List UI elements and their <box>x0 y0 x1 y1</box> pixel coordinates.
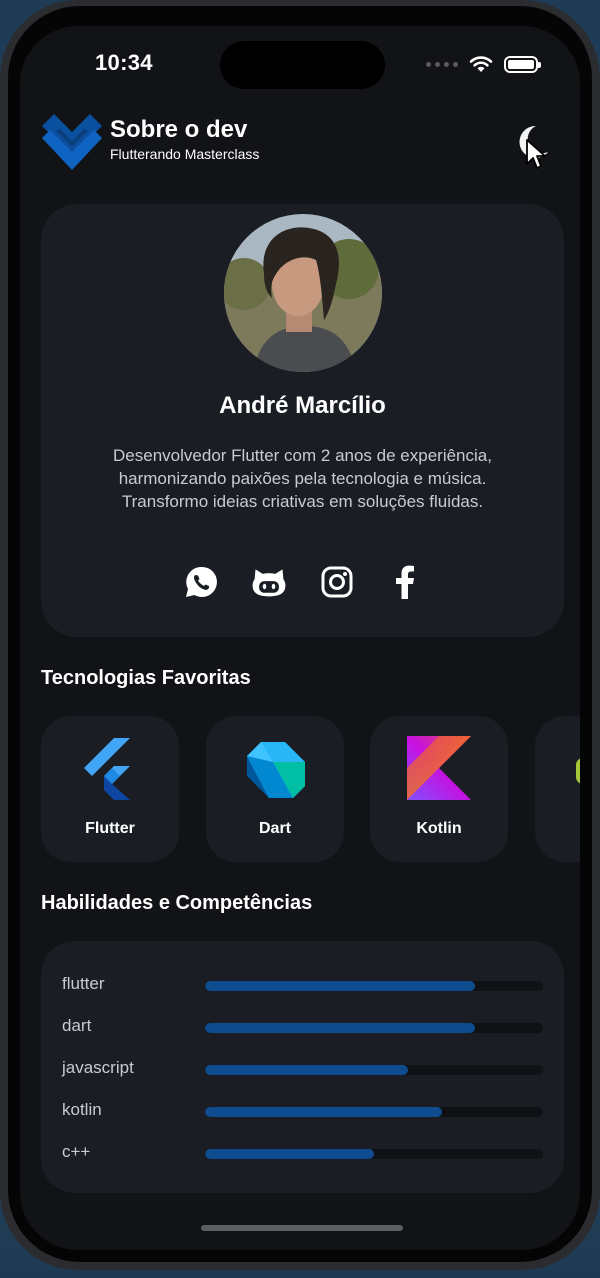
tech-label: Dart <box>258 820 291 837</box>
kotlin-icon <box>407 736 471 800</box>
tech-card-dart[interactable]: Dart <box>206 716 344 862</box>
technologies-title: Tecnologias Favoritas <box>41 667 251 689</box>
profile-name: André Marcílio <box>219 392 386 419</box>
skill-row: javascript <box>62 1058 543 1082</box>
tech-label: Flutter <box>85 820 135 837</box>
skills-card: flutter dart javascript kotlin c++ <box>41 941 564 1193</box>
skill-progress-bar <box>205 1023 476 1033</box>
skill-progress-bar <box>205 1107 442 1117</box>
home-indicator[interactable] <box>201 1225 403 1231</box>
skill-progress-track <box>205 1107 543 1117</box>
skill-progress-track <box>205 981 543 991</box>
instagram-icon <box>321 566 352 598</box>
skill-name: c++ <box>62 1142 91 1161</box>
skills-title: Habilidades e Competências <box>41 892 313 914</box>
social-links <box>41 564 564 600</box>
tech-card-flutter[interactable]: Flutter <box>41 716 179 862</box>
bio-line: Transformo ideias criativas em soluções … <box>121 492 484 511</box>
skill-row: dart <box>62 1016 543 1040</box>
skill-progress-track <box>205 1065 543 1075</box>
battery-icon <box>504 55 541 73</box>
instagram-button[interactable] <box>319 564 355 600</box>
skill-name: flutter <box>62 974 105 993</box>
whatsapp-button[interactable] <box>183 564 219 600</box>
skill-progress-track <box>205 1023 543 1033</box>
wifi-icon <box>469 56 493 72</box>
status-time: 10:34 <box>95 50 153 75</box>
bio-line: Desenvolvedor Flutter com 2 anos de expe… <box>113 446 492 465</box>
tech-card-kotlin[interactable]: Kotlin <box>370 716 508 862</box>
skill-name: kotlin <box>62 1100 102 1119</box>
facebook-button[interactable] <box>387 564 423 600</box>
skill-progress-bar <box>205 981 476 991</box>
skill-row: kotlin <box>62 1100 543 1124</box>
tech-card-android[interactable]: Ar <box>535 716 580 862</box>
skill-progress-bar <box>205 1065 408 1075</box>
status-icons <box>426 54 541 74</box>
avatar <box>224 214 382 372</box>
skill-progress-bar <box>205 1149 374 1159</box>
tech-label: Ar <box>535 820 580 838</box>
profile-bio: Desenvolvedor Flutter com 2 anos de expe… <box>61 444 544 513</box>
app-header: Sobre o dev Flutterando Masterclass <box>40 112 560 176</box>
skill-row: flutter <box>62 974 543 998</box>
github-button[interactable] <box>251 564 287 600</box>
page-title: Sobre o dev <box>110 116 248 143</box>
skill-name: dart <box>62 1016 92 1035</box>
dart-icon <box>247 742 305 798</box>
skill-progress-track <box>205 1149 543 1159</box>
profile-card: André Marcílio Desenvolvedor Flutter com… <box>41 204 564 637</box>
android-icon <box>576 758 580 784</box>
flutter-icon <box>84 738 130 800</box>
mouse-cursor-icon <box>526 139 546 169</box>
signal-icon <box>426 61 458 67</box>
flutterando-logo-icon <box>42 114 102 170</box>
app-screen: 10:34 Sobre o dev Flutterando Masterclas… <box>20 26 580 1250</box>
technologies-carousel[interactable]: Flutter Dart Kotlin <box>41 716 580 866</box>
dynamic-island <box>220 41 385 89</box>
skill-name: javascript <box>62 1058 134 1077</box>
skill-row: c++ <box>62 1142 543 1166</box>
tech-label: Kotlin <box>416 820 462 837</box>
page-subtitle: Flutterando Masterclass <box>110 146 260 162</box>
github-icon <box>252 569 285 597</box>
whatsapp-icon <box>185 566 217 597</box>
bio-line: harmonizando paixões pela tecnologia e m… <box>118 469 487 488</box>
facebook-icon <box>395 565 414 599</box>
